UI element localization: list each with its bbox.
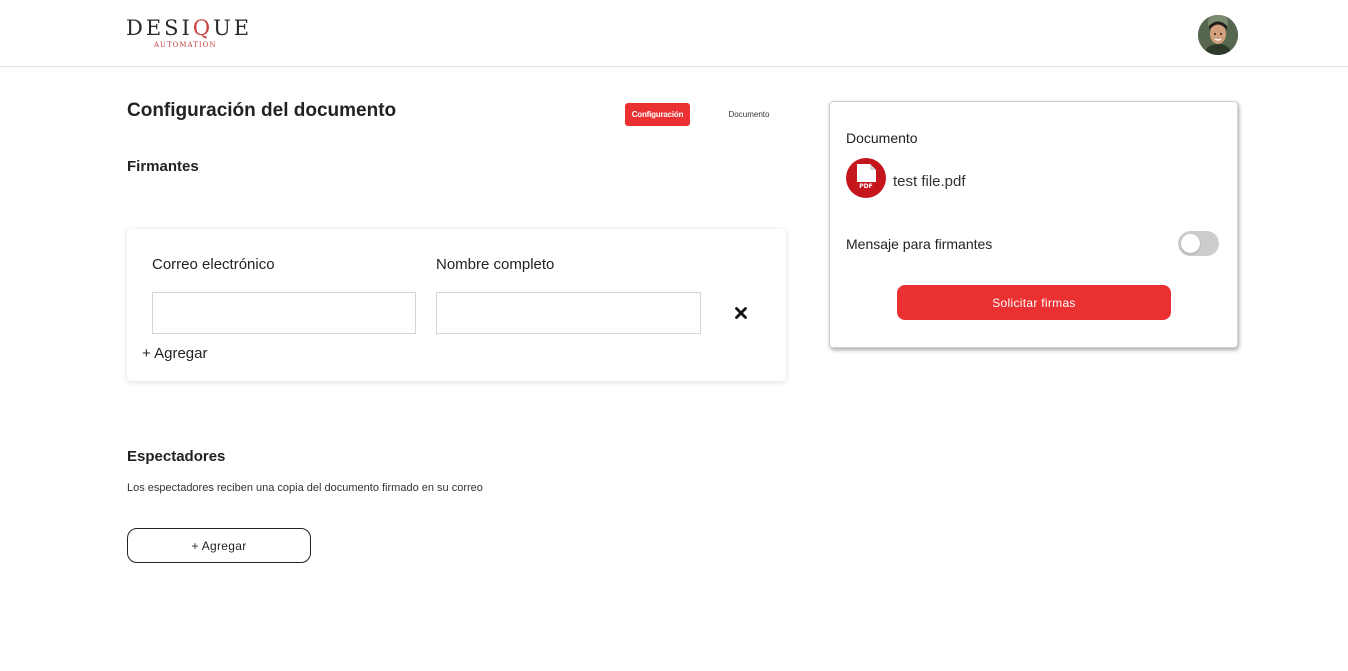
add-viewer-button[interactable]: + Agregar bbox=[127, 528, 311, 563]
add-signer-link[interactable]: + Agregar bbox=[142, 345, 207, 362]
top-bar: DESIQUE AUTOMATION bbox=[0, 0, 1348, 67]
avatar-icon bbox=[1198, 15, 1238, 55]
close-icon bbox=[735, 307, 747, 319]
signer-name-input[interactable] bbox=[436, 292, 701, 334]
message-toggle[interactable] bbox=[1178, 231, 1219, 256]
tab-configuracion[interactable]: Configuración bbox=[625, 103, 690, 126]
signers-section-title: Firmantes bbox=[127, 158, 199, 175]
desique-logo[interactable]: DESIQUE AUTOMATION bbox=[126, 14, 249, 54]
viewers-description: Los espectadores reciben una copia del d… bbox=[127, 482, 483, 494]
signers-card: Correo electrónico Nombre completo + Agr… bbox=[127, 229, 786, 381]
email-column-label: Correo electrónico bbox=[152, 256, 275, 273]
message-toggle-label: Mensaje para firmantes bbox=[846, 236, 993, 252]
signer-email-input[interactable] bbox=[152, 292, 416, 334]
name-column-label: Nombre completo bbox=[436, 256, 555, 273]
page-title: Configuración del documento bbox=[127, 100, 397, 121]
request-signatures-button[interactable]: Solicitar firmas bbox=[897, 285, 1171, 320]
logo-wordmark: DESIQUE bbox=[126, 16, 253, 40]
pdf-icon[interactable]: PDF bbox=[846, 158, 886, 198]
viewers-section-title: Espectadores bbox=[127, 448, 226, 465]
toggle-knob bbox=[1181, 234, 1200, 253]
document-panel: Documento PDF test file.pdf Mensaje para… bbox=[829, 101, 1238, 348]
logo-tagline: AUTOMATION bbox=[154, 41, 217, 49]
user-avatar[interactable] bbox=[1198, 15, 1238, 55]
remove-signer-button[interactable] bbox=[733, 305, 749, 321]
file-name[interactable]: test file.pdf bbox=[893, 173, 966, 190]
document-heading: Documento bbox=[846, 130, 918, 146]
pdf-icon-label: PDF bbox=[859, 183, 872, 190]
tab-documento[interactable]: Documento bbox=[716, 103, 782, 126]
